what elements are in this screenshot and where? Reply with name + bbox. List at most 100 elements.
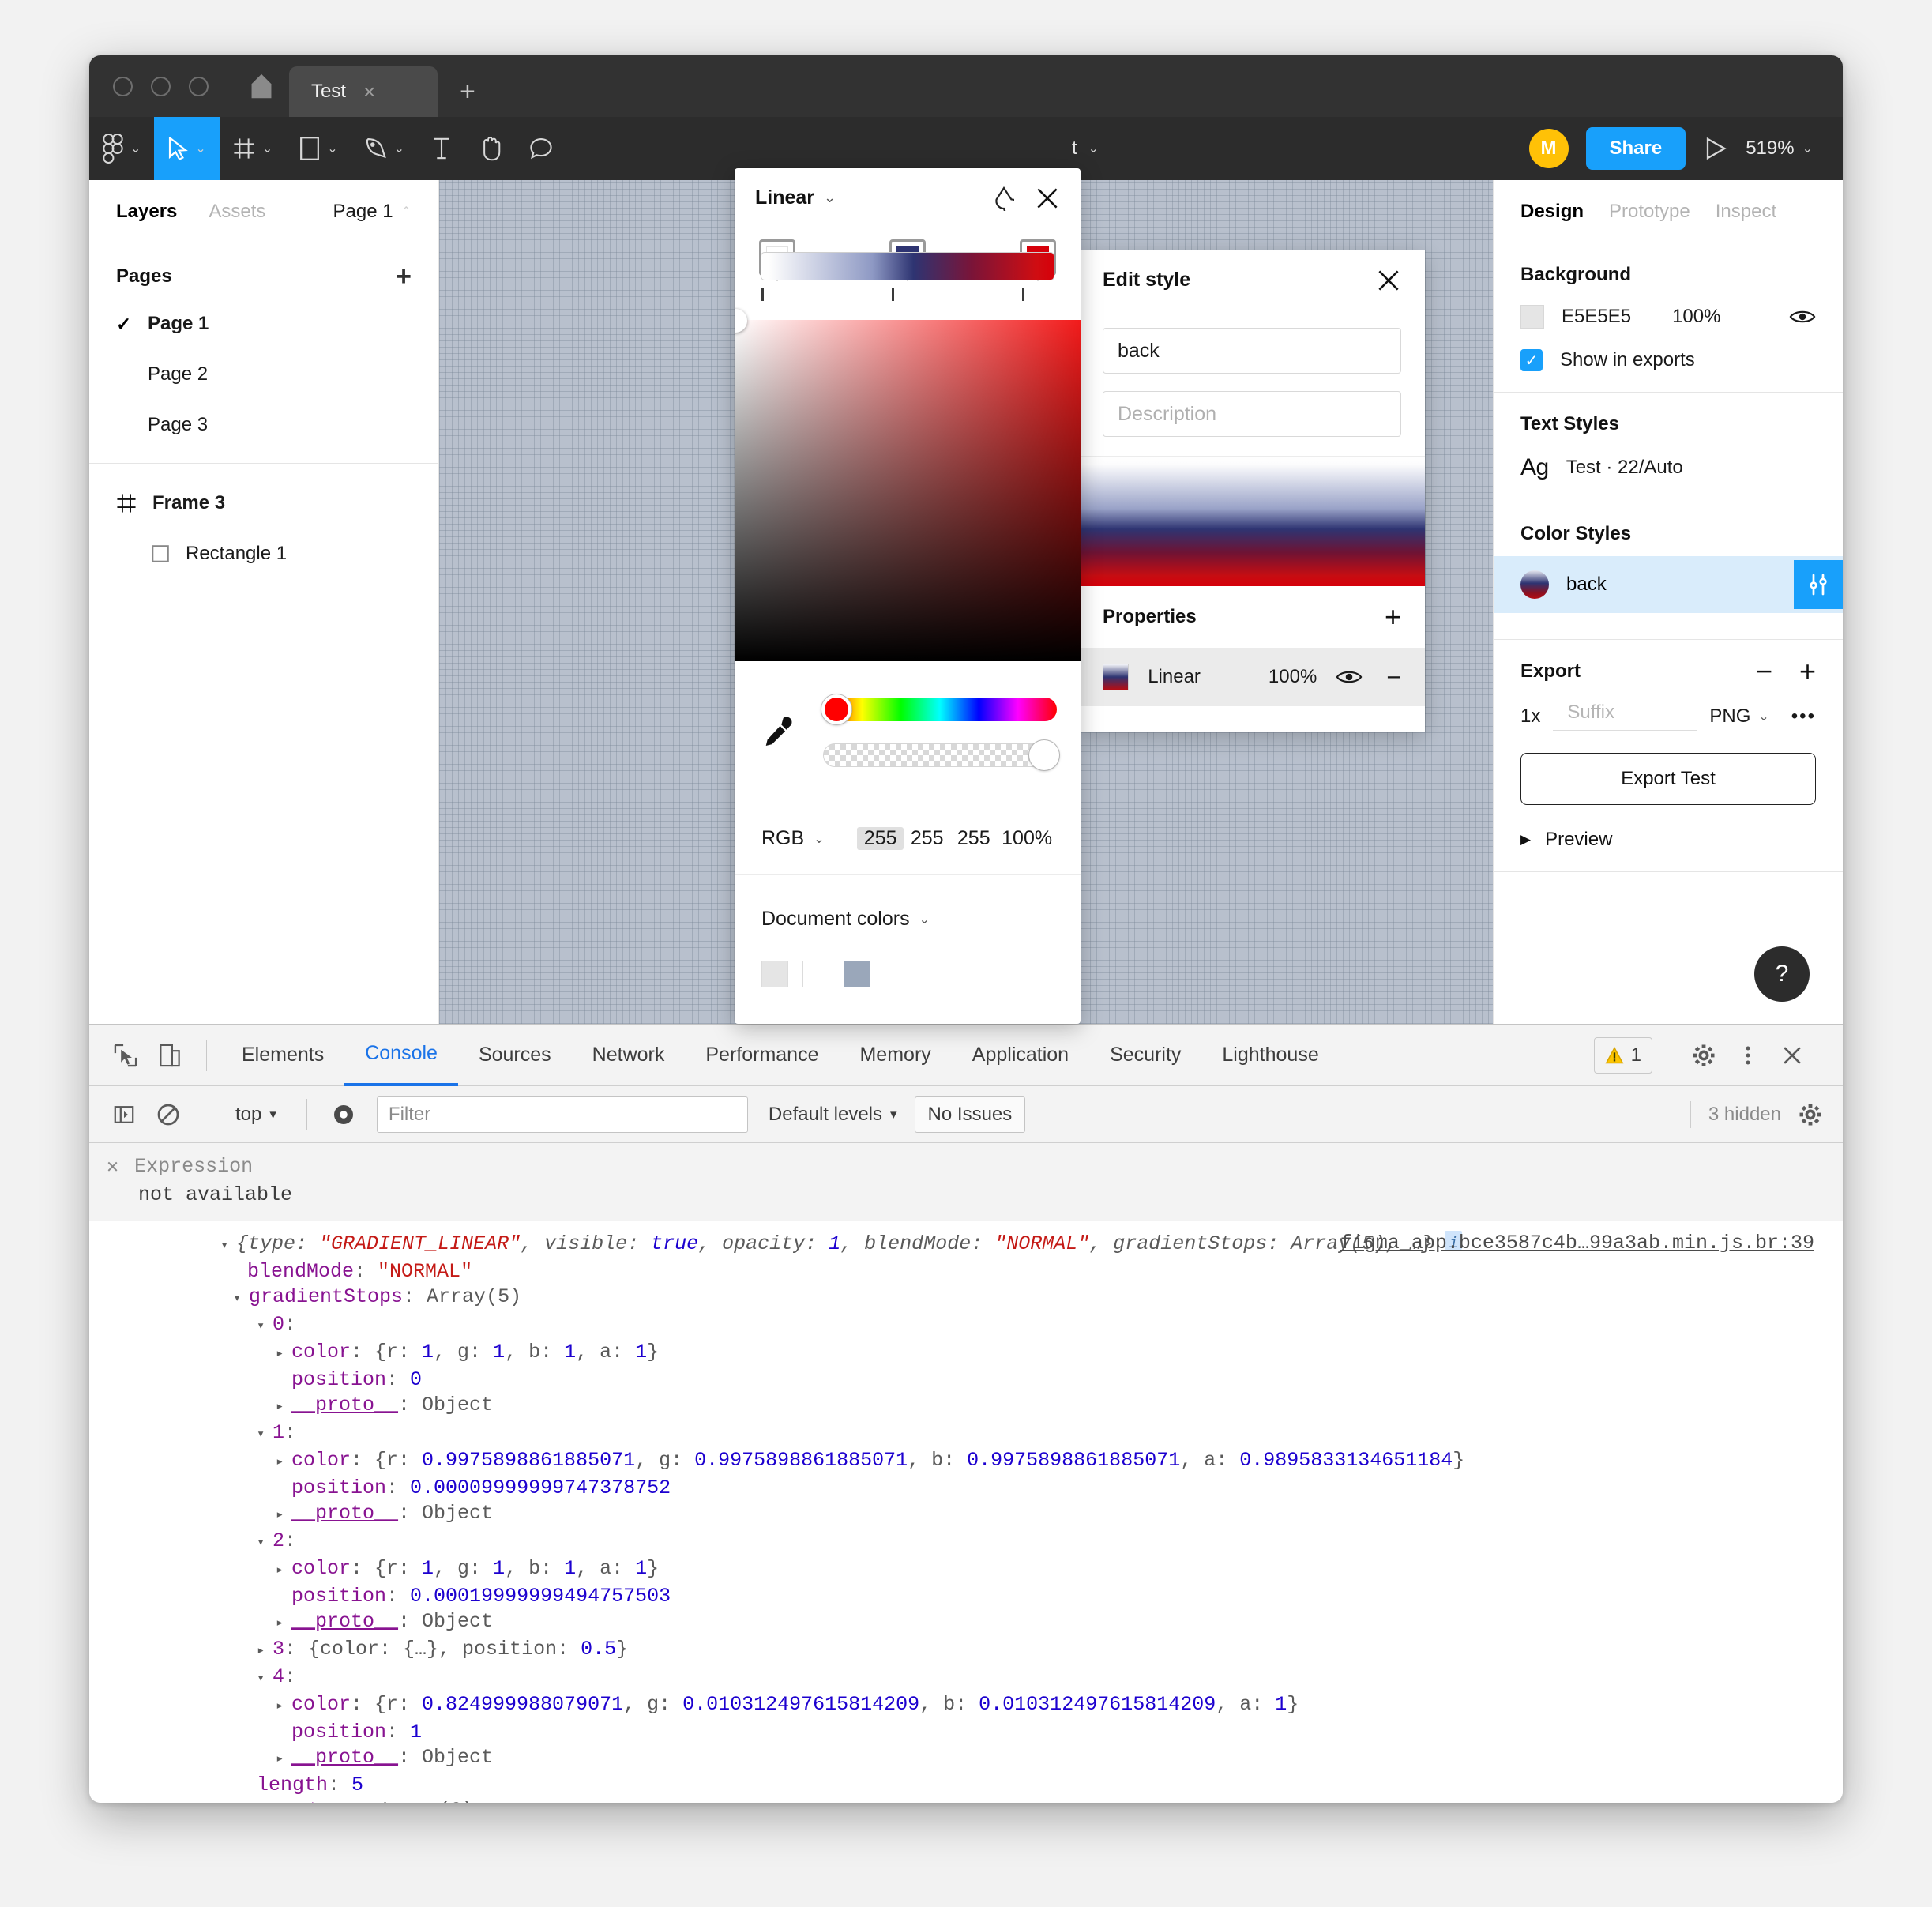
close-icon[interactable]: ✕ — [107, 1154, 118, 1179]
disclosure-triangle-icon[interactable]: ▸ — [276, 1559, 291, 1584]
color-style-row-back[interactable]: back — [1494, 556, 1843, 613]
hue-slider[interactable] — [821, 694, 1057, 724]
devtools-tab-application[interactable]: Application — [952, 1025, 1089, 1086]
avatar[interactable]: M — [1528, 129, 1569, 168]
checkbox-checked-icon[interactable]: ✓ — [1520, 349, 1543, 371]
hue-knob[interactable] — [821, 694, 851, 724]
browser-tab[interactable]: Test × — [289, 66, 438, 117]
devtools-tab-performance[interactable]: Performance — [685, 1025, 839, 1086]
warning-count-badge[interactable]: 1 — [1593, 1036, 1652, 1074]
page-selector[interactable]: Page 1 ⌃ — [333, 201, 412, 223]
disclosure-triangle-icon[interactable]: ▸ — [276, 1342, 291, 1367]
tab-prototype[interactable]: Prototype — [1609, 201, 1690, 223]
console-filter-input[interactable]: Filter — [376, 1096, 748, 1133]
zoom-selector[interactable]: 519% ⌄ — [1746, 137, 1813, 160]
devtools-more-button[interactable] — [1726, 1033, 1770, 1078]
console-stop-0-proto[interactable]: ▸ __proto__: Object — [89, 1393, 1843, 1420]
gradient-bar[interactable] — [761, 252, 1054, 280]
saturation-value-field[interactable] — [735, 309, 1081, 661]
device-toolbar-button[interactable] — [148, 1033, 192, 1078]
show-in-exports-row[interactable]: ✓ Show in exports — [1520, 349, 1816, 371]
move-tool[interactable]: ⌄ — [154, 117, 220, 180]
text-style-row[interactable]: Ag Test · 22/Auto — [1520, 454, 1816, 481]
devtools-tab-network[interactable]: Network — [572, 1025, 686, 1086]
share-button[interactable]: Share — [1585, 127, 1686, 170]
close-edit-style-button[interactable] — [1376, 268, 1401, 293]
alpha-input[interactable]: 100% — [997, 827, 1057, 850]
disclosure-triangle-icon[interactable]: ▸ — [233, 1800, 249, 1803]
console-stop-0-color[interactable]: ▸ color: {r: 1, g: 1, b: 1, a: 1} — [89, 1340, 1843, 1367]
pen-tool[interactable]: ⌄ — [351, 117, 418, 180]
disclosure-triangle-icon[interactable]: ▾ — [233, 1287, 249, 1312]
disclosure-triangle-icon[interactable]: ▸ — [257, 1639, 273, 1664]
maximize-window-icon[interactable] — [189, 76, 209, 96]
close-window-icon[interactable] — [113, 76, 133, 96]
console-stop-2-proto[interactable]: ▸ __proto__: Object — [89, 1609, 1843, 1637]
export-format-select[interactable]: PNG ⌄ — [1709, 705, 1768, 728]
document-color-swatch[interactable] — [802, 961, 829, 987]
devtools-tab-console[interactable]: Console — [344, 1025, 458, 1086]
chevron-down-icon[interactable]: ⌄ — [824, 190, 836, 206]
picker-type-label[interactable]: Linear — [755, 186, 814, 209]
console-stop-4-proto[interactable]: ▸ __proto__: Object — [89, 1745, 1843, 1773]
clear-console-button[interactable] — [146, 1093, 190, 1137]
close-icon[interactable]: × — [363, 81, 375, 102]
console-stop-index-2[interactable]: ▾ 2: — [89, 1529, 1843, 1556]
hand-tool[interactable] — [465, 117, 516, 180]
property-visibility-toggle[interactable] — [1336, 668, 1363, 686]
devtools-tab-sources[interactable]: Sources — [458, 1025, 572, 1086]
console-line-gradientstops[interactable]: ▾ gradientStops: Array(5) — [89, 1284, 1843, 1312]
console-source-link[interactable]: figma_app.bce3587c4b…99a3ab.min.js.br:39 — [1340, 1231, 1814, 1256]
console-line-proto-array[interactable]: ▸__proto__: Array(0) — [89, 1798, 1843, 1803]
help-button[interactable]: ? — [1754, 946, 1810, 1002]
console-stop-index-0[interactable]: ▾ 0: — [89, 1312, 1843, 1340]
comment-tool[interactable] — [516, 117, 566, 180]
devtools-tab-security[interactable]: Security — [1089, 1025, 1201, 1086]
new-tab-button[interactable]: + — [438, 66, 498, 117]
disclosure-triangle-icon[interactable]: ▾ — [257, 1423, 273, 1448]
eyedropper-button[interactable] — [735, 714, 823, 750]
devtools-settings-button[interactable] — [1682, 1033, 1726, 1078]
page-item-1[interactable]: ✓ Page 1 — [89, 299, 438, 349]
green-input[interactable]: 255 — [904, 827, 950, 850]
alpha-knob[interactable] — [1029, 740, 1059, 770]
export-button[interactable]: Export Test — [1520, 753, 1816, 805]
disclosure-triangle-icon[interactable]: ▾ — [257, 1315, 273, 1340]
color-mode-select[interactable]: RGB ⌄ — [761, 827, 857, 850]
add-export-button[interactable]: + — [1799, 657, 1816, 686]
devtools-tab-lighthouse[interactable]: Lighthouse — [1201, 1025, 1339, 1086]
figma-menu-button[interactable]: ⌄ — [89, 117, 154, 180]
disclosure-triangle-icon[interactable]: ▾ — [220, 1234, 236, 1259]
disclosure-triangle-icon[interactable]: ▸ — [276, 1612, 291, 1637]
console-levels-select[interactable]: Default levels ▾ — [769, 1104, 897, 1126]
export-preview-toggle[interactable]: ▶ Preview — [1520, 829, 1816, 851]
minimize-window-icon[interactable] — [151, 76, 171, 96]
layer-item-frame[interactable]: Frame 3 — [89, 478, 438, 528]
background-color-row[interactable]: E5E5E5 100% — [1520, 305, 1816, 329]
console-stop-index-3[interactable]: ▸ 3: {color: {…}, position: 0.5} — [89, 1637, 1843, 1664]
console-sidebar-button[interactable] — [102, 1093, 146, 1137]
devtools-tab-memory[interactable]: Memory — [839, 1025, 951, 1086]
close-picker-button[interactable] — [1035, 186, 1060, 211]
disclosure-triangle-icon[interactable]: ▾ — [257, 1667, 273, 1692]
document-color-swatch[interactable] — [844, 961, 870, 987]
add-page-button[interactable]: + — [396, 262, 412, 290]
home-button[interactable] — [234, 55, 289, 117]
saturation-knob[interactable] — [735, 309, 747, 333]
red-input[interactable]: 255 — [857, 827, 904, 850]
tab-layers[interactable]: Layers — [116, 201, 177, 223]
no-issues-button[interactable]: No Issues — [914, 1096, 1026, 1133]
style-description-input[interactable]: Description — [1103, 391, 1401, 437]
tab-inspect[interactable]: Inspect — [1716, 201, 1776, 223]
devtools-tab-elements[interactable]: Elements — [221, 1025, 344, 1086]
console-stop-2-color[interactable]: ▸ color: {r: 1, g: 1, b: 1, a: 1} — [89, 1556, 1843, 1584]
console-settings-button[interactable] — [1799, 1103, 1822, 1127]
console-stop-1-color[interactable]: ▸ color: {r: 0.9975898861885071, g: 0.997… — [89, 1448, 1843, 1476]
export-more-button[interactable]: ••• — [1791, 705, 1816, 728]
live-expression-button[interactable] — [321, 1093, 366, 1137]
tab-design[interactable]: Design — [1520, 201, 1584, 223]
property-row-linear[interactable]: Linear 100% − — [1079, 648, 1425, 706]
document-color-swatch[interactable] — [761, 961, 788, 987]
console-stop-index-1[interactable]: ▾ 1: — [89, 1420, 1843, 1448]
console-stop-index-4[interactable]: ▾ 4: — [89, 1664, 1843, 1692]
